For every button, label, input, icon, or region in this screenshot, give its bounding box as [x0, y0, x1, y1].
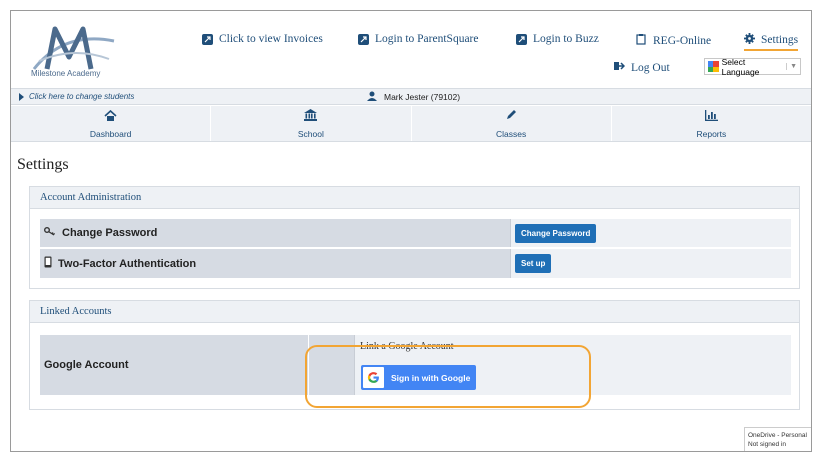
change-student-label: Click here to change students	[29, 92, 135, 101]
two-factor-row: Two-Factor Authentication Set up	[40, 249, 791, 278]
header: Milestone Academy Click to view Invoices…	[11, 11, 811, 86]
main-nav: Dashboard School Classes Reports	[11, 106, 811, 142]
mobile-phone-icon	[44, 256, 52, 271]
logout-icon	[614, 61, 626, 74]
two-factor-label: Two-Factor Authentication	[58, 257, 197, 270]
nav-reports[interactable]: Reports	[612, 106, 811, 141]
linked-accounts-heading: Linked Accounts	[30, 301, 799, 323]
logo-text: Milestone Academy	[31, 69, 101, 78]
change-password-button[interactable]: Change Password	[515, 223, 597, 243]
google-account-spacer	[308, 335, 354, 395]
buzz-link-label: Login to Buzz	[533, 33, 599, 45]
invoices-link[interactable]: Click to view Invoices	[202, 33, 323, 45]
two-factor-label-cell: Two-Factor Authentication	[40, 249, 510, 278]
google-account-row: Google Account Link a Google Account Sig…	[40, 335, 791, 395]
settings-link[interactable]: Settings	[744, 33, 799, 51]
parentsquare-link-label: Login to ParentSquare	[375, 33, 479, 45]
language-select-label: Select Language	[721, 56, 760, 77]
google-g-icon	[363, 367, 384, 388]
external-link-icon	[516, 33, 527, 45]
student-bar: Click here to change students Mark Jeste…	[11, 88, 811, 105]
google-account-action-cell: Link a Google Account Sign in with Googl…	[354, 335, 791, 395]
pencil-icon	[505, 108, 517, 126]
change-student-link[interactable]: Click here to change students	[19, 92, 134, 101]
bar-chart-icon	[704, 108, 718, 126]
reg-online-link[interactable]: REG-Online	[635, 33, 711, 48]
sign-in-with-google-label: Sign in with Google	[391, 372, 471, 383]
account-administration-panel: Account Administration Change Password C…	[29, 186, 800, 289]
external-link-icon	[202, 33, 213, 45]
chevron-down-icon: ▼	[786, 63, 797, 70]
nav-school-label: School	[297, 129, 324, 139]
nav-reports-label: Reports	[696, 129, 727, 139]
language-select[interactable]: Select Language ▼	[704, 56, 801, 77]
linked-accounts-panel: Linked Accounts Google Account Link a Go…	[29, 300, 800, 410]
nav-school[interactable]: School	[211, 106, 412, 141]
app-window: Milestone Academy Click to view Invoices…	[10, 10, 812, 452]
external-link-icon	[358, 33, 369, 45]
sign-in-with-google-button[interactable]: Sign in with Google	[361, 365, 476, 390]
key-icon	[44, 227, 56, 239]
onedrive-line1: OneDrive - Personal	[748, 432, 807, 439]
logout-label: Log Out	[631, 61, 670, 74]
reg-online-link-label: REG-Online	[653, 34, 712, 47]
page-title: Settings	[17, 156, 69, 173]
user-icon	[367, 91, 377, 103]
settings-link-label: Settings	[761, 34, 799, 46]
link-google-account-text: Link a Google Account	[360, 341, 454, 352]
student-name: Mark Jester (79102)	[384, 92, 461, 102]
two-factor-setup-button[interactable]: Set up	[515, 254, 552, 273]
change-password-row: Change Password Change Password	[40, 219, 791, 248]
google-account-label-cell: Google Account	[40, 335, 308, 395]
logout-link[interactable]: Log Out	[614, 61, 670, 74]
two-factor-action-cell: Set up	[510, 249, 791, 278]
google-account-label: Google Account	[44, 359, 129, 371]
invoices-link-label: Click to view Invoices	[219, 33, 323, 45]
onedrive-line2: Not signed in	[748, 441, 786, 448]
nav-dashboard-label: Dashboard	[89, 129, 132, 139]
nav-dashboard[interactable]: Dashboard	[11, 106, 212, 141]
parentsquare-link[interactable]: Login to ParentSquare	[358, 33, 478, 45]
buzz-link[interactable]: Login to Buzz	[516, 33, 599, 45]
home-icon	[104, 108, 117, 126]
nav-classes-label: Classes	[496, 129, 527, 139]
gear-icon	[744, 33, 755, 47]
nav-classes[interactable]: Classes	[412, 106, 612, 141]
current-student: Mark Jester (79102)	[367, 91, 460, 103]
institution-icon	[304, 108, 318, 126]
caret-right-icon	[19, 92, 24, 101]
account-administration-heading: Account Administration	[30, 187, 799, 209]
google-translate-icon	[708, 61, 719, 72]
change-password-action-cell: Change Password	[510, 219, 791, 247]
clipboard-icon	[635, 33, 647, 48]
change-password-label-cell: Change Password	[40, 219, 510, 247]
onedrive-status-tooltip: OneDrive - Personal Not signed in	[744, 427, 811, 451]
change-password-label: Change Password	[62, 227, 158, 239]
